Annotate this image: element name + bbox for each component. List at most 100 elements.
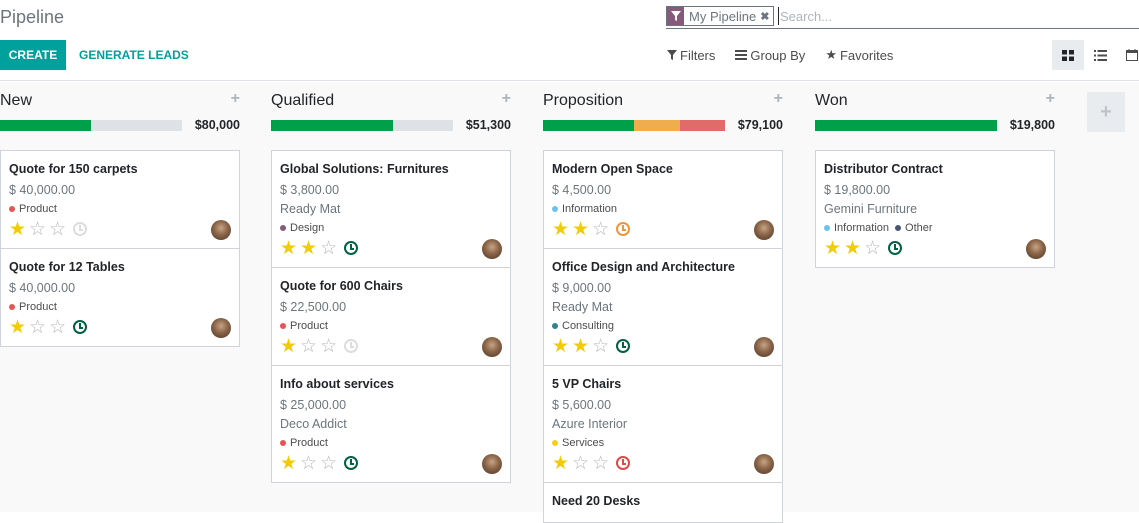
facet-remove-icon[interactable]: ✖ <box>760 10 773 23</box>
star-icon[interactable]: ★ <box>572 220 589 239</box>
card-footer: ★ ★ ☆ <box>280 237 502 259</box>
kanban-card[interactable]: Modern Open Space $ 4,500.00 Information ★ ★… <box>543 150 783 249</box>
avatar[interactable] <box>1026 239 1046 259</box>
star-icon[interactable]: ☆ <box>49 318 66 337</box>
tag: Product <box>9 298 57 316</box>
generate-leads-button[interactable]: GENERATE LEADS <box>79 40 189 70</box>
card-amount: $ 19,800.00 <box>824 183 891 197</box>
quick-create-button[interactable]: + <box>774 90 783 108</box>
star-icon[interactable]: ★ <box>9 318 26 337</box>
column-title: New <box>0 92 33 109</box>
card-tags: Information Other <box>824 219 1046 237</box>
clock-icon[interactable] <box>616 456 631 470</box>
star-icon[interactable]: ☆ <box>300 337 317 356</box>
clock-icon[interactable] <box>344 456 359 470</box>
avatar[interactable] <box>754 220 774 240</box>
kanban-view-button[interactable] <box>1052 40 1084 70</box>
add-column-button[interactable]: + <box>1087 92 1125 132</box>
avatar[interactable] <box>482 454 502 474</box>
star-icon[interactable]: ☆ <box>29 318 46 337</box>
star-icon[interactable]: ☆ <box>320 337 337 356</box>
priority-stars: ★ ★ ☆ <box>552 337 609 356</box>
favorites-button[interactable]: ★ Favorites <box>825 47 893 63</box>
clock-icon[interactable] <box>344 339 359 353</box>
star-icon[interactable]: ☆ <box>49 220 66 239</box>
kanban-card[interactable]: Office Design and Architecture $ 9,000.00… <box>543 248 783 366</box>
star-icon[interactable]: ☆ <box>320 239 337 258</box>
quick-create-button[interactable]: + <box>502 90 511 108</box>
star-icon[interactable]: ★ <box>280 454 297 473</box>
star-icon[interactable]: ★ <box>552 337 569 356</box>
quick-create-button[interactable]: + <box>231 90 240 108</box>
avatar[interactable] <box>754 337 774 357</box>
star-icon[interactable]: ★ <box>9 220 26 239</box>
star-icon[interactable]: ★ <box>572 337 589 356</box>
star-icon[interactable]: ★ <box>824 239 841 258</box>
quick-create-button[interactable]: + <box>1046 90 1055 108</box>
priority-stars: ★ ★ ☆ <box>824 239 881 258</box>
kanban-card[interactable]: Info about services $ 25,000.00 Deco Addic… <box>271 365 511 483</box>
create-button[interactable]: CREATE <box>0 40 66 70</box>
kanban-card[interactable]: Distributor Contract $ 19,800.00 Gemini Fu… <box>815 150 1055 268</box>
kanban-card[interactable]: Quote for 150 carpets $ 40,000.00 Product ★… <box>0 150 240 249</box>
card-tags: Information <box>552 200 774 218</box>
search-bar: My Pipeline ✖ <box>666 6 1139 29</box>
kanban-card[interactable]: Quote for 12 Tables $ 40,000.00 Product ★ ☆ ☆ <box>0 248 240 347</box>
card-partner: Deco Addict <box>280 417 347 431</box>
star-icon[interactable]: ★ <box>280 239 297 258</box>
star-icon[interactable]: ☆ <box>300 454 317 473</box>
avatar[interactable] <box>211 318 231 338</box>
clock-icon[interactable] <box>73 222 88 236</box>
card-amount: $ 9,000.00 <box>552 281 612 295</box>
star-icon[interactable]: ☆ <box>29 220 46 239</box>
star-icon[interactable]: ☆ <box>592 454 609 473</box>
column-progress-bar[interactable] <box>271 120 453 131</box>
kanban-card[interactable]: 5 VP Chairs $ 5,600.00 Azure Interior Servi… <box>543 365 783 483</box>
search-facet[interactable]: My Pipeline ✖ <box>666 6 775 26</box>
column-progress-bar[interactable] <box>815 120 997 131</box>
star-icon[interactable]: ★ <box>300 239 317 258</box>
clock-icon[interactable] <box>616 339 631 353</box>
clock-icon[interactable] <box>616 222 631 236</box>
card-tags: Product <box>9 200 231 218</box>
clock-icon[interactable] <box>344 241 359 255</box>
avatar[interactable] <box>754 454 774 474</box>
list-view-button[interactable] <box>1084 40 1116 70</box>
filters-button[interactable]: Filters <box>667 47 715 63</box>
progress-segment-orange[interactable] <box>634 120 680 131</box>
progress-segment-green[interactable] <box>543 120 634 131</box>
calendar-view-button[interactable] <box>1116 40 1139 70</box>
star-icon[interactable]: ☆ <box>320 454 337 473</box>
group-by-button[interactable]: Group By <box>735 47 805 63</box>
tag-color-dot <box>280 323 286 329</box>
star-icon[interactable]: ☆ <box>592 337 609 356</box>
star-icon[interactable]: ★ <box>552 220 569 239</box>
progress-segment-green[interactable] <box>815 120 997 131</box>
card-list: Modern Open Space $ 4,500.00 Information ★ ★… <box>543 150 783 523</box>
card-title: Quote for 600 Chairs <box>280 279 403 293</box>
star-icon[interactable]: ★ <box>844 239 861 258</box>
clock-icon[interactable] <box>888 241 903 255</box>
avatar[interactable] <box>211 220 231 240</box>
star-icon[interactable]: ☆ <box>592 220 609 239</box>
avatar[interactable] <box>482 337 502 357</box>
search-input[interactable] <box>778 7 1118 25</box>
star-icon[interactable]: ☆ <box>572 454 589 473</box>
card-footer: ★ ☆ ☆ <box>280 335 502 357</box>
kanban-card[interactable]: Quote for 600 Chairs $ 22,500.00 Product ★ ☆… <box>271 267 511 366</box>
kanban-card[interactable]: Global Solutions: Furnitures $ 3,800.00 Re… <box>271 150 511 268</box>
clock-icon[interactable] <box>73 320 88 334</box>
filter-icon <box>667 50 677 60</box>
column-progress-bar[interactable] <box>0 120 182 131</box>
card-footer: ★ ★ ☆ <box>552 335 774 357</box>
calendar-icon <box>1126 49 1138 61</box>
column-progress-bar[interactable] <box>543 120 725 131</box>
avatar[interactable] <box>482 239 502 259</box>
star-icon[interactable]: ★ <box>280 337 297 356</box>
star-icon[interactable]: ☆ <box>864 239 881 258</box>
progress-segment-green[interactable] <box>271 120 393 131</box>
progress-segment-green[interactable] <box>0 120 91 131</box>
kanban-card[interactable]: Need 20 Desks <box>543 482 783 523</box>
progress-segment-red[interactable] <box>679 120 725 131</box>
star-icon[interactable]: ★ <box>552 454 569 473</box>
